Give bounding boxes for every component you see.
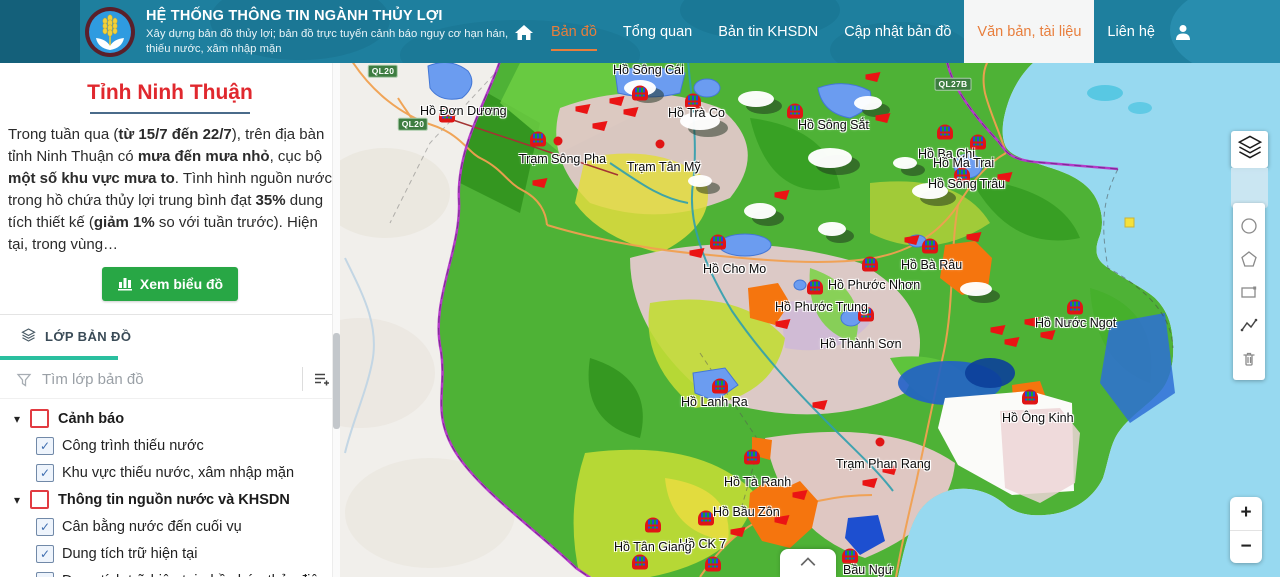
nav-item-2[interactable]: Tổng quan	[610, 0, 705, 63]
layers-panel-icon	[20, 327, 37, 346]
app-logo	[84, 6, 136, 58]
app-title: HỆ THỐNG THÔNG TIN NGÀNH THỦY LỢI	[146, 7, 514, 25]
basemap-layers-button[interactable]	[1231, 131, 1268, 168]
dam-icon[interactable]	[705, 557, 721, 572]
dam-icon[interactable]	[632, 555, 648, 570]
layer-label: Cân bằng nước đến cuối vụ	[62, 519, 242, 535]
caret-down-icon[interactable]: ▾	[14, 493, 30, 507]
draw-circle-icon[interactable]	[1236, 209, 1262, 242]
draw-toolbar	[1233, 203, 1265, 380]
nav-item-5[interactable]: Văn bản, tài liệu	[964, 0, 1094, 63]
nav-item-6[interactable]: Liên hệ	[1094, 0, 1168, 63]
layer-item-row[interactable]: ✓ Khu vực thiếu nước, xâm nhập mặn	[0, 459, 340, 486]
layer-checkbox[interactable]: ✓	[36, 464, 54, 482]
layer-group-label: Thông tin nguồn nước và KHSDN	[58, 492, 290, 508]
sidebar-scrollbar[interactable]	[332, 63, 340, 577]
layer-search-row	[0, 360, 340, 399]
zoom-in-button[interactable]: +	[1230, 497, 1262, 531]
sidebar: Tỉnh Ninh Thuận Trong tuần qua (từ 15/7 …	[0, 63, 340, 577]
zoom-out-button[interactable]: −	[1230, 531, 1262, 564]
app-header: HỆ THỐNG THÔNG TIN NGÀNH THỦY LỢI Xây dự…	[0, 0, 1280, 63]
chevron-up-icon	[797, 554, 819, 573]
layer-group-row[interactable]: ▾ Thông tin nguồn nước và KHSDN	[0, 486, 340, 513]
draw-rectangle-icon[interactable]	[1236, 275, 1262, 308]
filter-icon	[16, 372, 32, 387]
divider	[0, 314, 340, 315]
dam-icon[interactable]	[439, 108, 455, 123]
layer-checkbox[interactable]: ✓	[36, 572, 54, 577]
dam-icon[interactable]	[712, 379, 728, 394]
dam-icon[interactable]	[862, 257, 878, 272]
dam-icon[interactable]	[1022, 390, 1038, 405]
app-subtitle: Xây dựng bản đồ thủy lợi; bản đồ trực tu…	[146, 27, 514, 56]
caret-down-icon[interactable]: ▾	[14, 412, 30, 426]
layer-search-input[interactable]	[40, 370, 302, 389]
layers-panel-header: LỚP BẢN ĐỒ	[20, 327, 340, 346]
province-summary: Trong tuần qua (từ 15/7 đến 22/7), trên …	[8, 124, 332, 256]
draw-polyline-icon[interactable]	[1236, 308, 1262, 341]
dam-icon[interactable]	[685, 94, 701, 109]
dam-icon[interactable]	[970, 135, 986, 150]
dam-icon[interactable]	[922, 239, 938, 254]
group-checkbox[interactable]	[30, 490, 49, 509]
header-titles: HỆ THỐNG THÔNG TIN NGÀNH THỦY LỢI Xây dự…	[146, 7, 514, 56]
header-accent-strip	[0, 0, 80, 63]
layer-item-row[interactable]: ✓ Dung tích trữ hiện tại	[0, 540, 340, 567]
dam-icon[interactable]	[807, 280, 823, 295]
layer-checkbox[interactable]: ✓	[36, 518, 54, 536]
app-root: QL20QL20QL27BHồ Đơn DươngHồ Sông CáiHồ T…	[0, 0, 1280, 577]
layer-label: Khu vực thiếu nước, xâm nhập mặn	[62, 465, 294, 481]
delete-shape-icon[interactable]	[1236, 341, 1262, 374]
user-icon[interactable]	[1174, 23, 1192, 41]
view-chart-button[interactable]: Xem biểu đồ	[102, 267, 238, 301]
view-chart-label: Xem biểu đồ	[140, 276, 223, 292]
nav-item-4[interactable]: Cập nhật bản đồ	[831, 0, 964, 63]
province-title-underline	[90, 112, 250, 114]
layer-item-row[interactable]: ✓ Dung tích trữ hiện tại - hồ chứa thủy đ…	[0, 567, 340, 577]
layer-label: Công trình thiếu nước	[62, 438, 204, 454]
bar-chart-icon	[117, 274, 133, 294]
dam-icon[interactable]	[1067, 300, 1083, 315]
layer-label: Dung tích trữ hiện tại - hồ chứa thủy đi…	[62, 573, 326, 577]
draw-polygon-icon[interactable]	[1236, 242, 1262, 275]
dam-icon[interactable]	[645, 518, 661, 533]
layer-label: Dung tích trữ hiện tại	[62, 546, 197, 562]
layer-group-row[interactable]: ▾ Cảnh báo	[0, 405, 340, 432]
dam-icon[interactable]	[842, 549, 858, 564]
layers-icon	[1235, 132, 1265, 167]
bottom-panel-expand-button[interactable]	[780, 549, 836, 577]
layer-checkbox[interactable]: ✓	[36, 437, 54, 455]
dot-icon[interactable]	[656, 140, 665, 149]
dam-icon[interactable]	[937, 125, 953, 140]
nav-item-1[interactable]: Bản đồ	[538, 0, 610, 63]
dam-icon[interactable]	[858, 307, 874, 322]
layer-tree: ▾Cảnh báo✓Công trình thiếu nước✓Khu vực …	[0, 405, 340, 577]
dam-icon[interactable]	[710, 235, 726, 250]
scrollbar-thumb[interactable]	[333, 333, 340, 429]
dam-icon[interactable]	[787, 104, 803, 119]
dam-icon[interactable]	[632, 86, 648, 101]
layer-item-row[interactable]: ✓ Cân bằng nước đến cuối vụ	[0, 513, 340, 540]
province-title: Tỉnh Ninh Thuận	[0, 81, 340, 105]
zoom-control: + −	[1230, 497, 1262, 563]
group-checkbox[interactable]	[30, 409, 49, 428]
nav-item-3[interactable]: Bản tin KHSDN	[705, 0, 831, 63]
main-nav: Bản đồTổng quanBản tin KHSDNCập nhật bản…	[538, 0, 1168, 63]
home-icon[interactable]	[514, 23, 534, 41]
layer-checkbox[interactable]: ✓	[36, 545, 54, 563]
dam-icon[interactable]	[744, 450, 760, 465]
dot-icon[interactable]	[876, 438, 885, 447]
layers-panel-title: LỚP BẢN ĐỒ	[45, 329, 131, 344]
dam-icon[interactable]	[530, 132, 546, 147]
layer-item-row[interactable]: ✓ Công trình thiếu nước	[0, 432, 340, 459]
dam-icon[interactable]	[698, 511, 714, 526]
dot-icon[interactable]	[554, 137, 563, 146]
layer-group-label: Cảnh báo	[58, 411, 124, 427]
basemap-panel-stub	[1231, 168, 1268, 208]
dam-icon[interactable]	[954, 168, 970, 183]
